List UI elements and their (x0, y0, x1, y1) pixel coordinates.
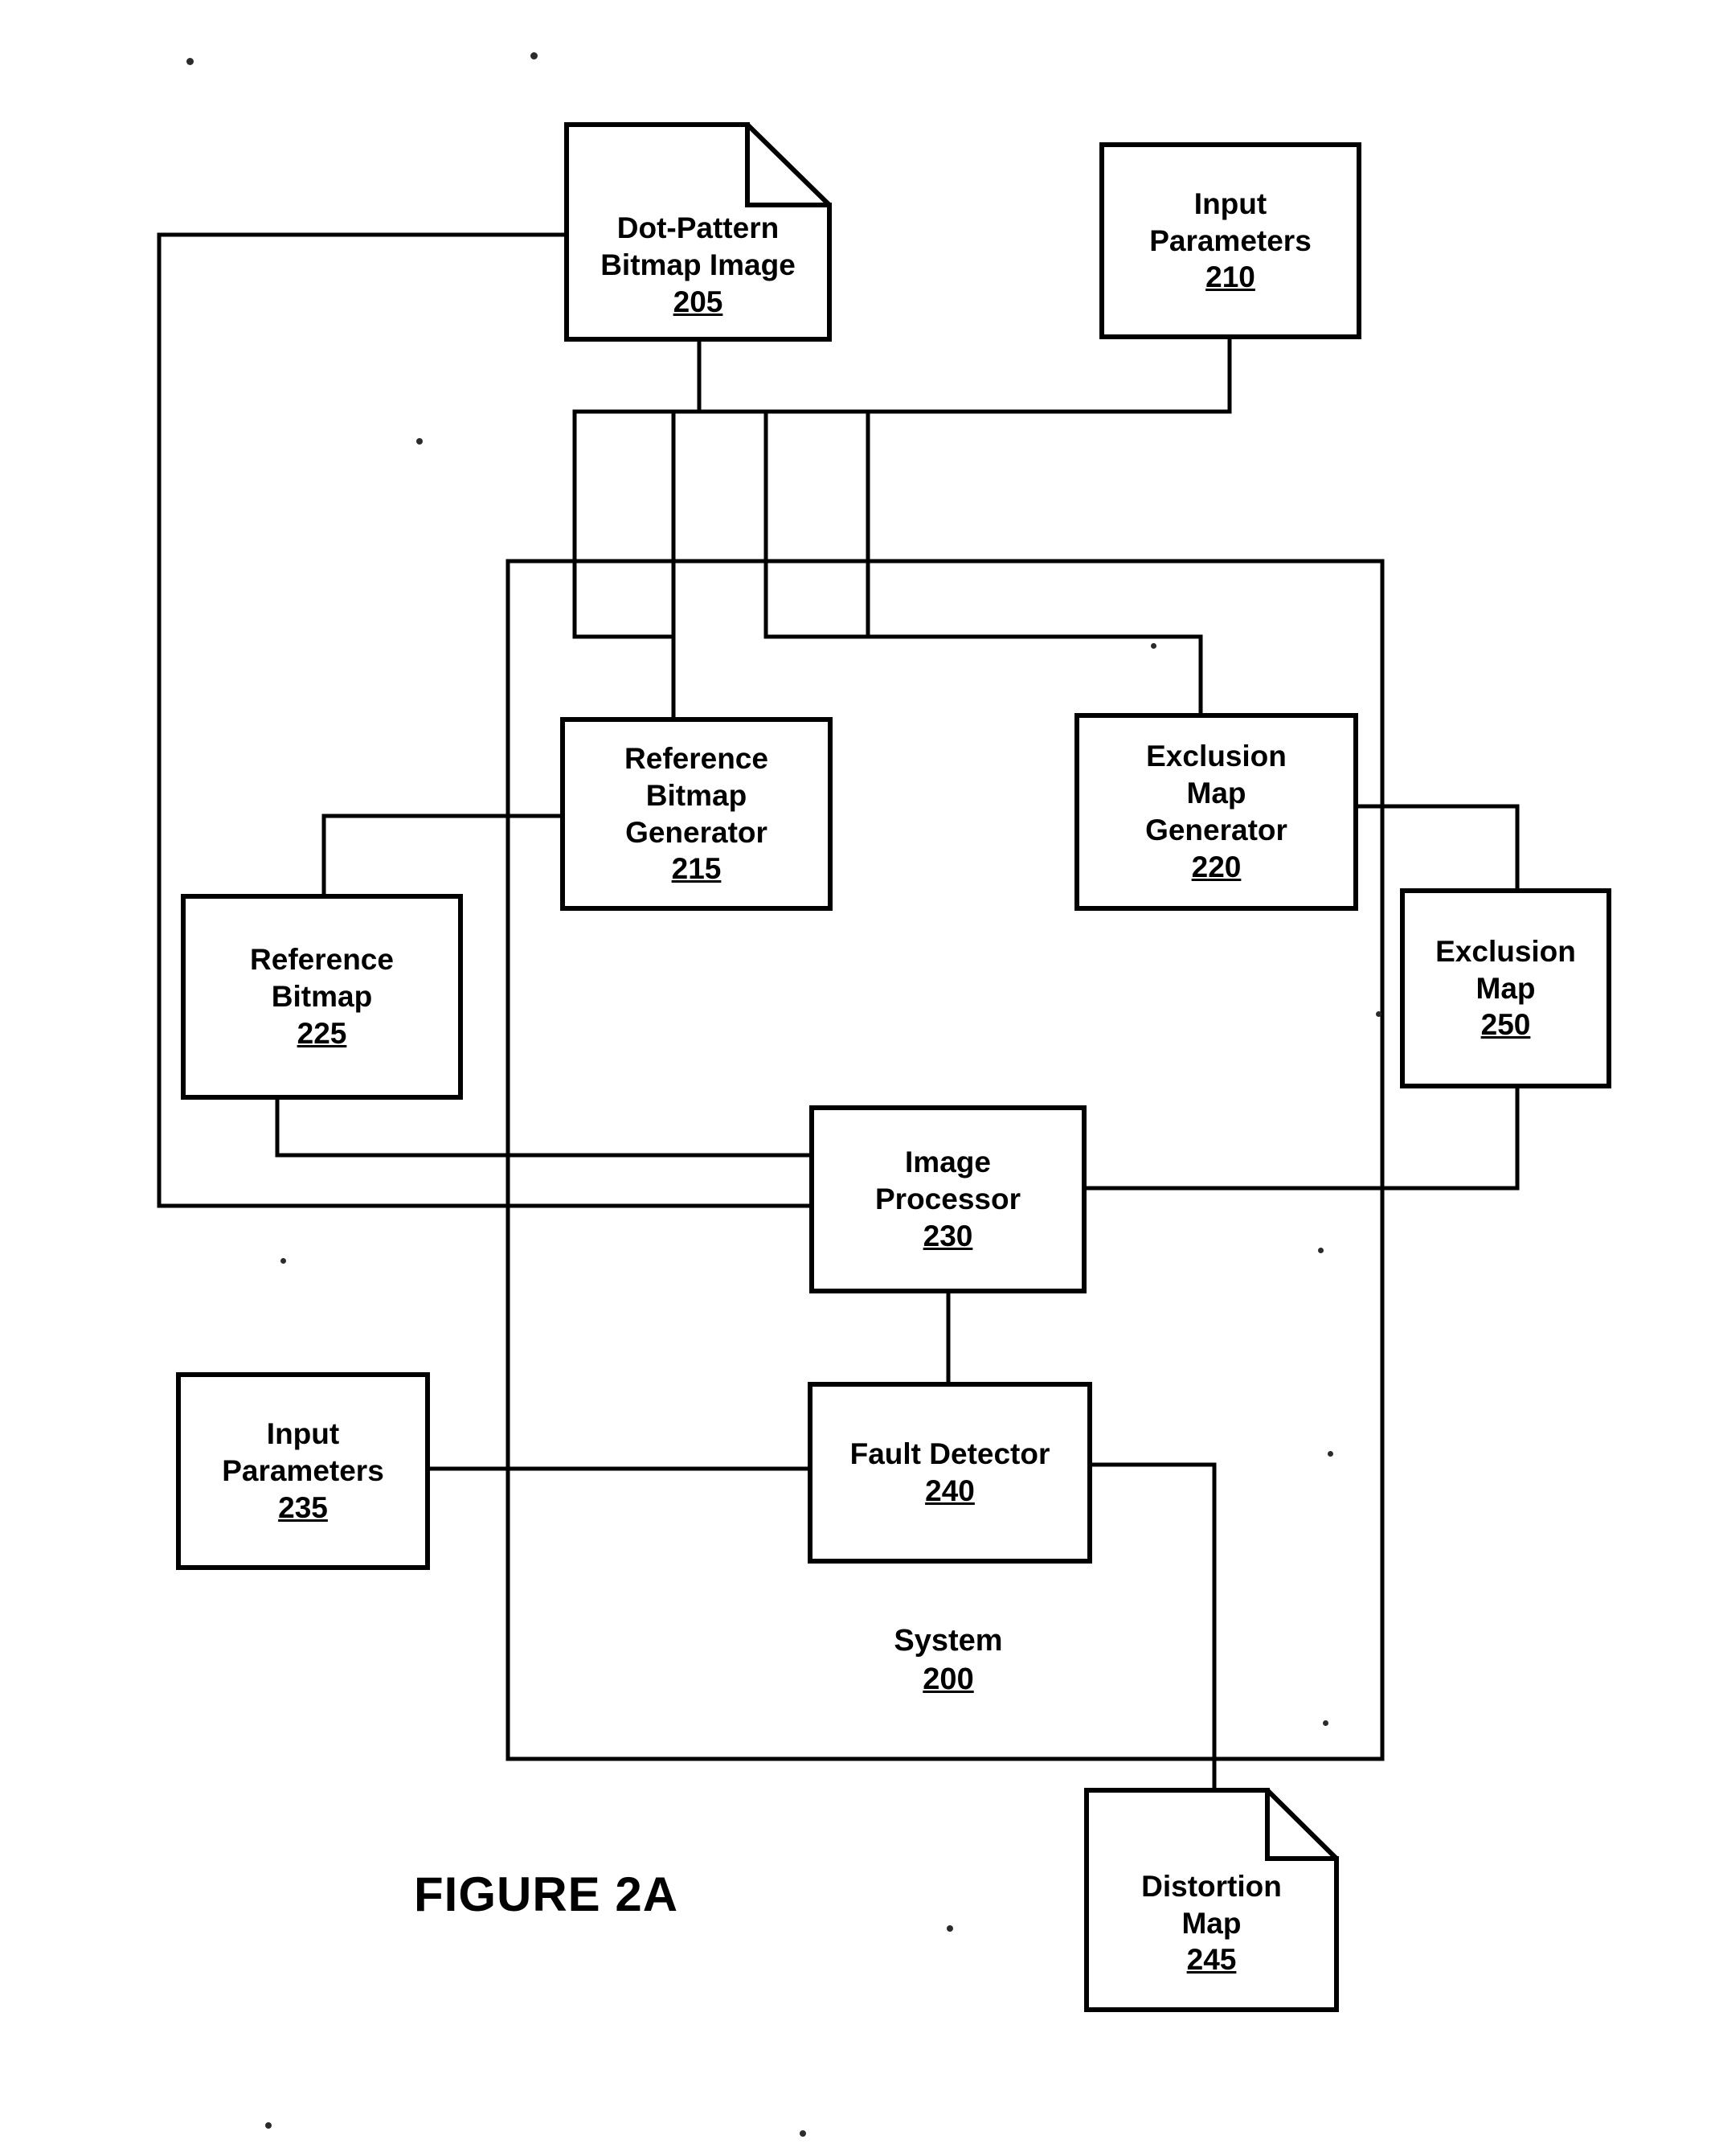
scan-speck (1376, 1011, 1381, 1017)
connector-fault-detector-to-distortion-map (1087, 1462, 1217, 1793)
patent-figure-page: Dot-Pattern Bitmap Image 205 Input Param… (0, 0, 1715, 2156)
node-shape-dot-pattern-bitmap-image (564, 122, 832, 342)
node-shape-distortion-map (1084, 1788, 1339, 2012)
scan-speck (265, 2122, 272, 2129)
node-shape-fault-detector (808, 1382, 1092, 1564)
node-shape-exclusion-map-generator (1074, 713, 1358, 911)
node-shape-exclusion-map (1400, 888, 1611, 1088)
connector-205-to-system (697, 337, 870, 414)
scan-speck (800, 2130, 806, 2137)
connector-exclusion-map-to-image-processor (1082, 1084, 1520, 1191)
scan-speck (1323, 1720, 1328, 1726)
system-boundary-label: System 200 (812, 1622, 1085, 1699)
system-boundary-200 (505, 559, 1385, 1761)
node-shape-input-parameters-210 (1099, 142, 1361, 339)
connector-215-to-reference-bitmap (321, 814, 565, 899)
block-diagram-canvas (157, 122, 1611, 2012)
node-shape-reference-bitmap (181, 894, 463, 1100)
scan-speck (947, 1925, 953, 1932)
connector-220-to-exclusion-map (1353, 804, 1520, 893)
node-shape-image-processor (809, 1105, 1087, 1293)
scan-speck (1318, 1248, 1324, 1253)
system-number: 200 (923, 1662, 974, 1696)
figure-caption: FIGURE 2A (414, 1867, 679, 1921)
connector-reference-bitmap-to-image-processor (275, 1095, 814, 1158)
connector-merge-to-reference-bitmap-generator (572, 409, 676, 639)
system-name: System (894, 1624, 1003, 1658)
scan-speck (280, 1258, 286, 1264)
scan-speck (530, 52, 538, 59)
scan-speck (186, 58, 194, 65)
scan-speck (1151, 643, 1156, 649)
node-shape-input-parameters-235 (176, 1372, 430, 1570)
scan-speck (416, 438, 423, 445)
connector-210-to-system (866, 334, 1232, 414)
connector-merge-to-exclusion-map-generator (763, 409, 870, 639)
node-shape-reference-bitmap-generator (560, 717, 833, 911)
scan-speck (1328, 1451, 1333, 1457)
